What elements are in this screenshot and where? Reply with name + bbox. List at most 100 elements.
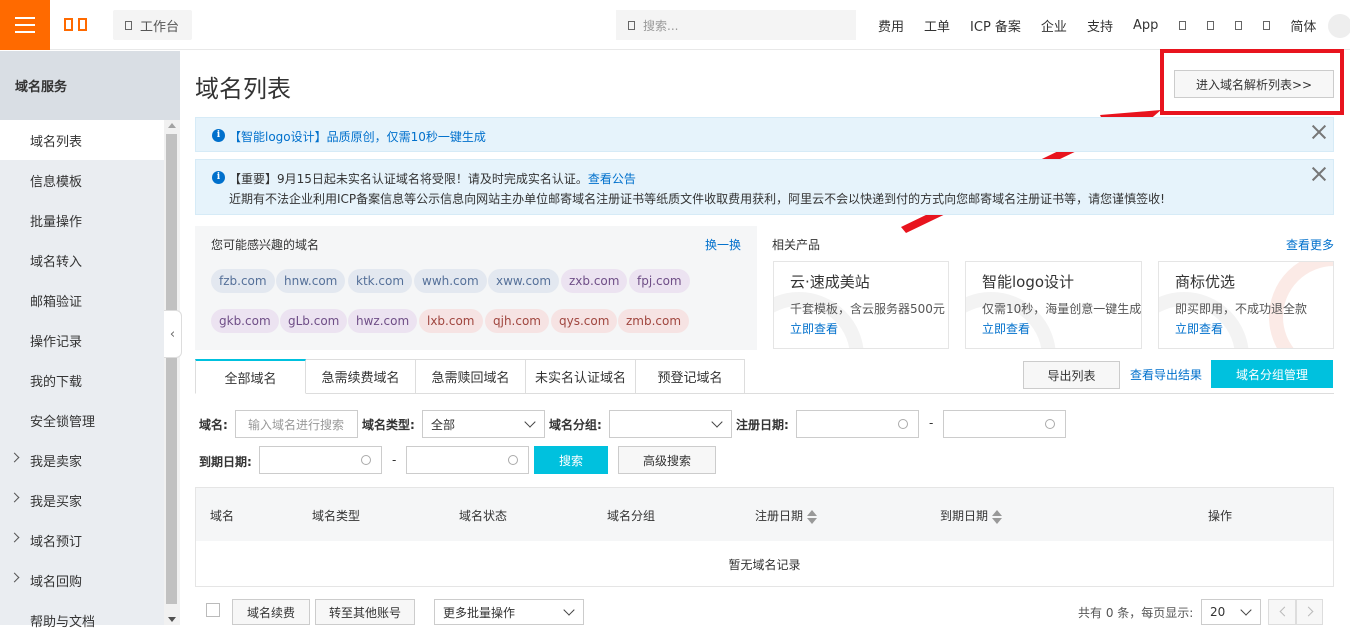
- reg-date-header-label: 注册日期: [755, 509, 804, 523]
- sidebar-scrollbar[interactable]: [164, 120, 180, 625]
- reg-date-start-input[interactable]: [796, 410, 919, 438]
- sidebar-item-buyback[interactable]: 域名回购: [0, 560, 164, 600]
- product-view-link[interactable]: 立即查看: [790, 320, 838, 337]
- sidebar-item-label: 帮助与文档: [30, 614, 96, 630]
- hamburger-menu-icon[interactable]: [0, 0, 50, 50]
- tab-unverified[interactable]: 未实名认证域名: [526, 359, 636, 394]
- domain-chip[interactable]: fpj.com: [629, 269, 690, 293]
- prev-page-button[interactable]: [1268, 599, 1296, 625]
- sidebar-item-batch-ops[interactable]: 批量操作: [0, 200, 164, 240]
- top-link-enterprise[interactable]: 企业: [1031, 16, 1077, 35]
- workbench-button[interactable]: 工作台: [113, 10, 192, 40]
- notification-icon[interactable]: [1168, 20, 1196, 30]
- sidebar-item-help[interactable]: 帮助与文档: [0, 600, 164, 640]
- cart-icon[interactable]: [1196, 20, 1224, 30]
- domain-group-select[interactable]: [609, 410, 732, 438]
- sidebar-item-transfer-in[interactable]: 域名转入: [0, 240, 164, 280]
- column-header-exp-date[interactable]: 到期日期: [940, 507, 1003, 524]
- export-results-link[interactable]: 查看导出结果: [1130, 366, 1202, 383]
- page-size-select[interactable]: 20: [1201, 599, 1261, 625]
- renew-button[interactable]: 域名续费: [232, 599, 310, 625]
- notice-announcement-link[interactable]: 查看公告: [588, 172, 636, 186]
- product-card[interactable]: 智能logo设计 仅需10秒，海量创意一键生成 立即查看: [965, 261, 1142, 349]
- info-icon: i: [212, 171, 225, 184]
- sidebar-item-downloads[interactable]: 我的下载: [0, 360, 164, 400]
- domain-chip[interactable]: xww.com: [488, 269, 560, 293]
- top-link-ticket[interactable]: 工单: [914, 16, 960, 35]
- tab-all-domains[interactable]: 全部域名: [195, 359, 306, 394]
- domain-chip[interactable]: zmb.com: [618, 309, 690, 333]
- scroll-down-icon[interactable]: [168, 617, 176, 622]
- close-icon[interactable]: [1311, 166, 1327, 182]
- domain-chip[interactable]: ktk.com: [348, 269, 413, 293]
- console-logo[interactable]: [64, 18, 87, 31]
- sidebar-item-op-log[interactable]: 操作记录: [0, 320, 164, 360]
- export-list-button[interactable]: 导出列表: [1023, 361, 1120, 389]
- advanced-search-button[interactable]: 高级搜索: [618, 446, 716, 474]
- help-icon[interactable]: [1224, 20, 1252, 30]
- exp-date-end-input[interactable]: [406, 446, 529, 474]
- sidebar-item-seller[interactable]: 我是卖家: [0, 440, 164, 480]
- top-link-icp[interactable]: ICP 备案: [960, 16, 1031, 35]
- product-card[interactable]: 商标优选 即买即用，不成功退全款 立即查看: [1158, 261, 1334, 349]
- sidebar-item-label: 我的下载: [30, 374, 83, 390]
- exp-date-start-input[interactable]: [259, 446, 382, 474]
- user-avatar[interactable]: [1328, 14, 1350, 38]
- domain-type-value: 全部: [431, 417, 456, 432]
- global-search-input[interactable]: 搜索...: [616, 10, 856, 40]
- notice-logo-design: i 【智能logo设计】品质原创，仅需10秒一键生成: [195, 117, 1334, 152]
- domain-chip[interactable]: gkb.com: [211, 309, 279, 333]
- search-icon: [628, 20, 635, 30]
- sidebar-item-email-verify[interactable]: 邮箱验证: [0, 280, 164, 320]
- top-link-app[interactable]: App: [1123, 18, 1168, 33]
- column-header-reg-date[interactable]: 注册日期: [755, 507, 818, 524]
- domain-search-input[interactable]: 输入域名进行搜索: [235, 410, 358, 438]
- product-view-link[interactable]: 立即查看: [1175, 320, 1223, 337]
- domain-chip[interactable]: hnw.com: [276, 269, 346, 293]
- sort-icon[interactable]: [992, 509, 1003, 524]
- tab-redeem-urgent[interactable]: 急需赎回域名: [416, 359, 526, 394]
- domain-type-select[interactable]: 全部: [422, 410, 545, 438]
- settings-icon[interactable]: [1252, 20, 1280, 30]
- sidebar-collapse-toggle[interactable]: ‹: [164, 310, 182, 358]
- tab-preregistered[interactable]: 预登记域名: [636, 359, 745, 394]
- batch-ops-select[interactable]: 更多批量操作: [434, 599, 584, 625]
- domain-chip[interactable]: wwh.com: [414, 269, 487, 293]
- top-link-billing[interactable]: 费用: [868, 16, 914, 35]
- language-switch[interactable]: 简体: [1280, 16, 1326, 35]
- tab-renew-urgent[interactable]: 急需续费域名: [306, 359, 416, 394]
- refresh-suggestions-link[interactable]: 换一换: [705, 236, 741, 253]
- sidebar-item-label: 域名回购: [30, 574, 83, 590]
- top-navbar: 工作台 搜索... 费用 工单 ICP 备案 企业 支持 App 简体: [0, 0, 1350, 50]
- sidebar-item-security-lock[interactable]: 安全锁管理: [0, 400, 164, 440]
- top-link-support[interactable]: 支持: [1077, 16, 1123, 35]
- domain-chip[interactable]: hwz.com: [348, 309, 418, 333]
- transfer-account-button[interactable]: 转至其他账号: [315, 599, 415, 625]
- domain-chip[interactable]: gLb.com: [280, 309, 348, 333]
- domain-search-placeholder: 输入域名进行搜索: [248, 417, 345, 432]
- next-page-button[interactable]: [1296, 599, 1323, 625]
- domain-chip[interactable]: lxb.com: [419, 309, 483, 333]
- domain-chip[interactable]: qys.com: [551, 309, 618, 333]
- product-view-link[interactable]: 立即查看: [982, 320, 1030, 337]
- sidebar-item-info-template[interactable]: 信息模板: [0, 160, 164, 200]
- column-header-actions: 操作: [1208, 509, 1233, 523]
- scrollbar-thumb[interactable]: [166, 134, 177, 604]
- sidebar-item-reserve[interactable]: 域名预订: [0, 520, 164, 560]
- notice-logo-text[interactable]: 【智能logo设计】品质原创，仅需10秒一键生成: [229, 128, 486, 145]
- domain-chip[interactable]: zxb.com: [561, 269, 628, 293]
- reg-date-end-input[interactable]: [943, 410, 1066, 438]
- close-icon[interactable]: [1311, 124, 1327, 140]
- calendar-icon: [508, 455, 518, 465]
- sidebar-item-domain-list[interactable]: 域名列表: [0, 120, 164, 160]
- sort-icon[interactable]: [807, 509, 818, 524]
- search-button[interactable]: 搜索: [534, 446, 608, 474]
- product-card[interactable]: 云·速成美站 千套模板，含云服务器500元 立即查看: [773, 261, 949, 349]
- domain-chip[interactable]: fzb.com: [211, 269, 275, 293]
- select-all-checkbox[interactable]: [206, 603, 220, 617]
- scroll-up-icon[interactable]: [168, 123, 176, 128]
- domain-chip[interactable]: qjh.com: [485, 309, 549, 333]
- see-more-link[interactable]: 查看更多: [1286, 236, 1334, 253]
- sidebar-item-buyer[interactable]: 我是买家: [0, 480, 164, 520]
- group-manage-button[interactable]: 域名分组管理: [1211, 360, 1333, 388]
